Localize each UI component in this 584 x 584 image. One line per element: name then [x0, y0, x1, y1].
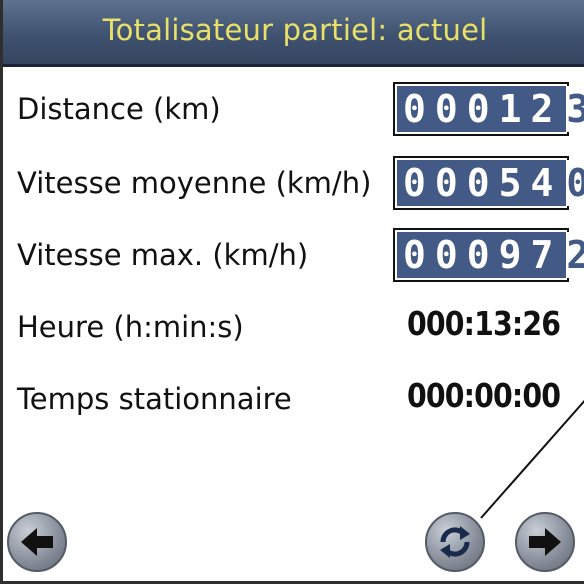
arrow-right-icon — [529, 528, 561, 556]
back-button[interactable] — [7, 512, 67, 572]
trip-meter-screen: Totalisateur partiel: actuel Distance (k… — [0, 0, 584, 584]
reset-button[interactable] — [425, 512, 485, 572]
next-button[interactable] — [515, 512, 575, 572]
refresh-icon — [440, 526, 470, 558]
arrow-left-icon — [21, 528, 53, 556]
leader-line — [480, 399, 584, 519]
